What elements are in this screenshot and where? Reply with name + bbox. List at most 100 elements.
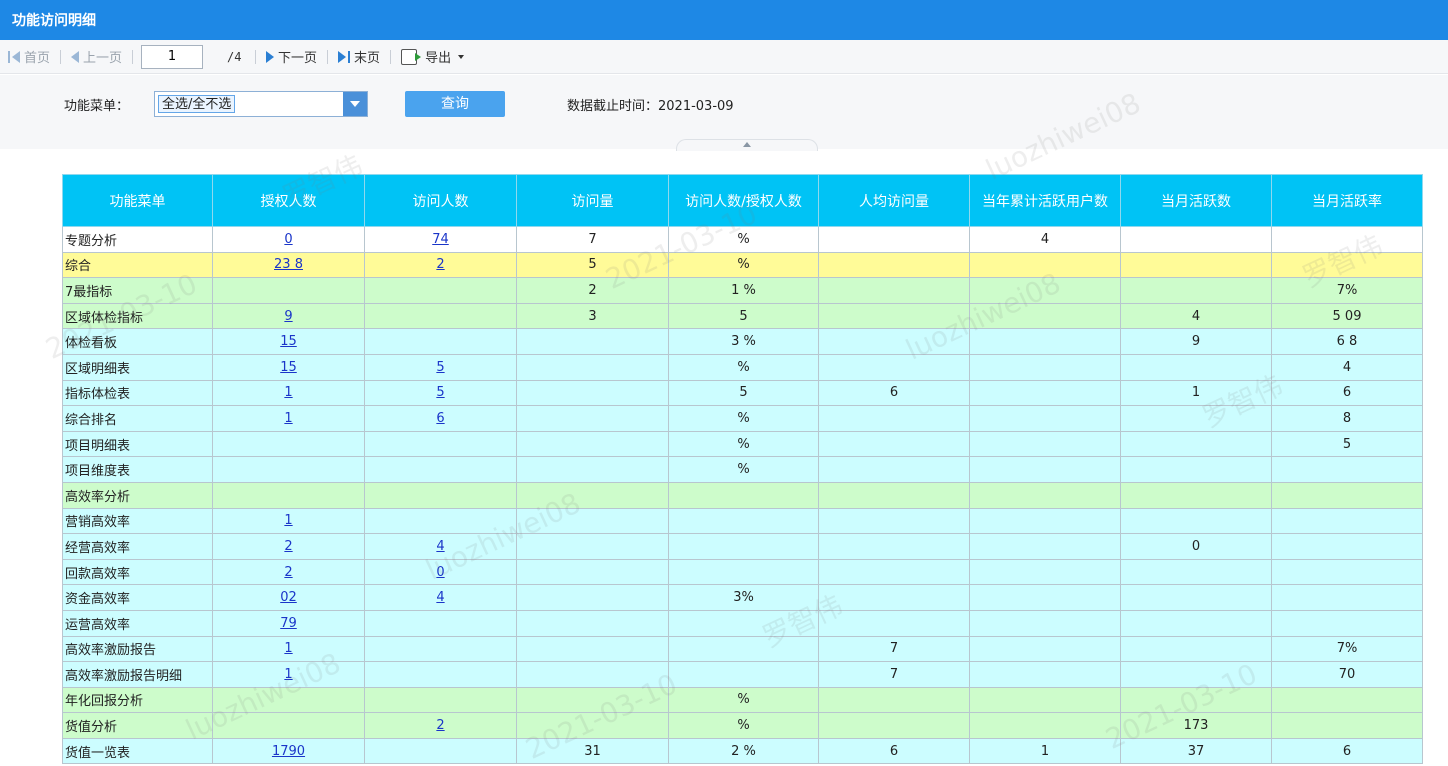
cell-authorized-link[interactable]: 2 xyxy=(284,565,292,580)
cell-avg-visits xyxy=(818,609,970,637)
col-header-month-active[interactable]: 当月活跃数 xyxy=(1120,174,1272,227)
cell-authorized-link[interactable]: 0 xyxy=(284,232,292,247)
col-header-visitors[interactable]: 访问人数 xyxy=(364,174,517,227)
cell-visitors-link[interactable]: 5 xyxy=(436,360,444,375)
query-button[interactable]: 查询 xyxy=(405,91,505,117)
cell-authorized-link[interactable]: 1790 xyxy=(272,744,305,759)
cell-authorized-link[interactable]: 23 8 xyxy=(274,257,303,272)
col-header-year-active[interactable]: 当年累计活跃用户数 xyxy=(969,174,1121,227)
cell-authorized: 1 xyxy=(212,379,365,407)
cell-year-active xyxy=(969,302,1121,330)
cell-authorized: 2 xyxy=(212,558,365,586)
col-header-visits[interactable]: 访问量 xyxy=(516,174,669,227)
cell-authorized xyxy=(212,456,365,483)
cell-visitors xyxy=(364,456,517,483)
cell-avg-visits: 6 xyxy=(818,379,970,407)
first-page-button[interactable]: 首页 xyxy=(4,45,54,69)
cell-avg-visits xyxy=(818,328,970,355)
cell-visitors: 5 xyxy=(364,379,517,407)
cell-year-active xyxy=(969,353,1121,381)
cell-visitors xyxy=(364,328,517,355)
function-access-table: 功能菜单 授权人数 访问人数 访问量 访问人数/授权人数 人均访问量 当年累计活… xyxy=(62,174,1423,765)
cell-visits xyxy=(516,635,669,663)
cell-visitors-link[interactable]: 5 xyxy=(436,385,444,400)
cell-visits xyxy=(516,379,669,407)
dropdown-arrow-icon[interactable] xyxy=(343,92,367,116)
cell-authorized-link[interactable]: 1 xyxy=(284,667,292,682)
cell-visits xyxy=(516,584,669,611)
divider xyxy=(60,49,62,64)
cell-month-rate xyxy=(1271,584,1423,611)
cell-month-rate: 5 xyxy=(1271,430,1423,458)
col-header-authorized[interactable]: 授权人数 xyxy=(212,174,365,227)
cell-menu: 运营高效率 xyxy=(62,609,213,637)
collapse-toggle[interactable] xyxy=(676,139,818,151)
page-number-input[interactable] xyxy=(141,44,204,69)
cell-authorized-link[interactable]: 15 xyxy=(280,360,297,375)
cell-visitors-link[interactable]: 0 xyxy=(436,565,444,580)
cell-visitors-link[interactable]: 74 xyxy=(432,232,449,247)
cell-authorized-link[interactable]: 1 xyxy=(284,411,292,426)
export-button[interactable]: 导出 xyxy=(397,45,468,69)
next-page-button[interactable]: 下一页 xyxy=(262,45,321,69)
table-row: 回款高效率 2 0 xyxy=(62,558,1423,586)
cell-avg-visits xyxy=(818,302,970,330)
cell-avg-visits xyxy=(818,456,970,483)
cell-authorized: 0 xyxy=(212,226,365,253)
cell-month-active xyxy=(1120,277,1272,304)
cell-authorized-link[interactable]: 9 xyxy=(284,309,292,324)
cell-month-rate xyxy=(1271,609,1423,637)
cell-month-active xyxy=(1120,558,1272,586)
cell-menu: 营销高效率 xyxy=(62,507,213,535)
cell-authorized: 23 8 xyxy=(212,251,365,279)
divider xyxy=(132,49,134,64)
cell-menu: 项目明细表 xyxy=(62,430,213,458)
cell-visits xyxy=(516,712,669,739)
last-page-button[interactable]: 末页 xyxy=(334,45,384,69)
cell-month-active xyxy=(1120,456,1272,483)
cell-visits xyxy=(516,481,669,509)
cell-month-active xyxy=(1120,353,1272,381)
cell-menu: 区域体检指标 xyxy=(62,302,213,330)
page-total: /4 xyxy=(227,49,242,64)
cell-authorized-link[interactable]: 02 xyxy=(280,590,297,605)
cell-avg-visits: 6 xyxy=(818,737,970,765)
select-all-chip[interactable]: 全选/全不选 xyxy=(158,95,236,113)
cell-visitors-link[interactable]: 2 xyxy=(436,718,444,733)
cell-ratio xyxy=(668,661,819,688)
cell-month-rate xyxy=(1271,481,1423,509)
cell-visitors-link[interactable]: 4 xyxy=(436,539,444,554)
col-header-ratio[interactable]: 访问人数/授权人数 xyxy=(668,174,819,227)
cell-avg-visits xyxy=(818,507,970,535)
cell-authorized-link[interactable]: 1 xyxy=(284,385,292,400)
cell-menu: 回款高效率 xyxy=(62,558,213,586)
col-header-month-rate[interactable]: 当月活跃率 xyxy=(1271,174,1423,227)
cell-visitors-link[interactable]: 4 xyxy=(436,590,444,605)
cell-visitors xyxy=(364,302,517,330)
cell-month-rate: 7% xyxy=(1271,635,1423,663)
cell-menu: 综合排名 xyxy=(62,405,213,432)
cell-authorized-link[interactable]: 15 xyxy=(280,334,297,349)
cell-month-rate: 70 xyxy=(1271,661,1423,688)
cell-month-active xyxy=(1120,430,1272,458)
cell-authorized xyxy=(212,277,365,304)
prev-page-button[interactable]: 上一页 xyxy=(67,45,126,69)
cell-avg-visits xyxy=(818,481,970,509)
cell-authorized-link[interactable]: 2 xyxy=(284,539,292,554)
cell-visitors-link[interactable]: 6 xyxy=(436,411,444,426)
cell-visitors xyxy=(364,430,517,458)
menu-select[interactable]: 全选/全不选 xyxy=(154,91,368,117)
cell-year-active xyxy=(969,456,1121,483)
window-title: 功能访问明细 xyxy=(0,0,1448,40)
cell-visitors: 74 xyxy=(364,226,517,253)
col-header-avg-visits[interactable]: 人均访问量 xyxy=(818,174,970,227)
cell-avg-visits xyxy=(818,712,970,739)
data-cutoff-date: 数据截止时间：2021-03-09 xyxy=(567,99,734,114)
cell-authorized-link[interactable]: 1 xyxy=(284,513,292,528)
cell-month-active: 37 xyxy=(1120,737,1272,765)
cell-visitors-link[interactable]: 2 xyxy=(436,257,444,272)
cell-menu: 资金高效率 xyxy=(62,584,213,611)
cell-authorized-link[interactable]: 79 xyxy=(280,616,297,631)
cell-authorized-link[interactable]: 1 xyxy=(284,641,292,656)
cell-year-active xyxy=(969,277,1121,304)
